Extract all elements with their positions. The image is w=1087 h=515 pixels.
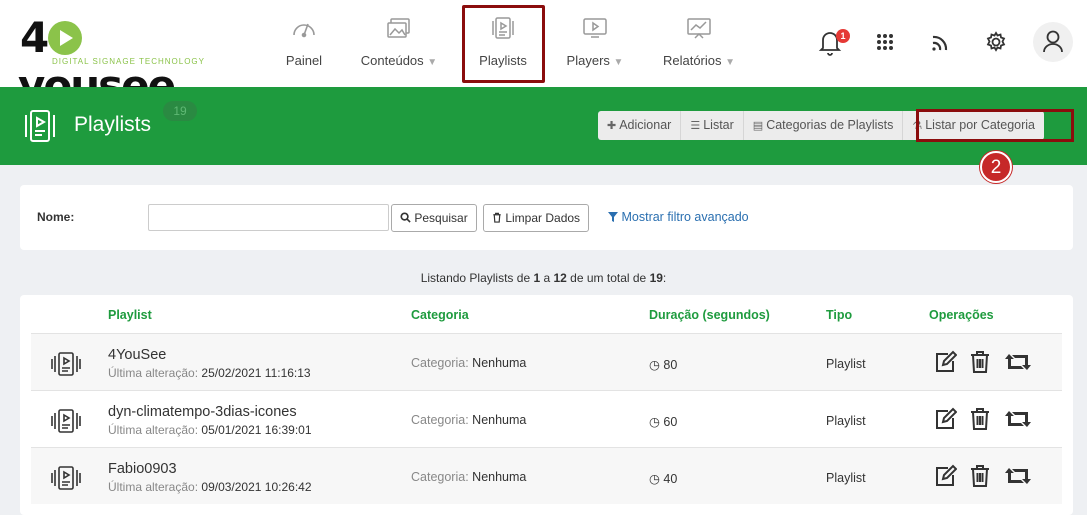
playlist-count-badge: 19: [163, 101, 197, 121]
table-row[interactable]: dyn-climatempo-3dias-icones Última alter…: [31, 390, 1062, 447]
notification-count-badge: 1: [836, 29, 850, 43]
nav-relatorios[interactable]: Relatórios ▼: [656, 0, 742, 87]
playlist-categories-button[interactable]: ▤ Categorias de Playlists: [744, 111, 904, 140]
add-button[interactable]: ✚ Adicionar: [598, 111, 682, 140]
edit-icon[interactable]: [933, 464, 957, 488]
delete-trash-icon[interactable]: [969, 350, 991, 374]
play-icon: [48, 21, 83, 55]
edit-icon[interactable]: [933, 350, 957, 374]
nav-painel[interactable]: Painel: [276, 0, 332, 87]
playlist-type: Playlist: [826, 357, 866, 371]
trash-icon: [493, 212, 501, 223]
column-header-playlist[interactable]: Playlist: [108, 308, 152, 322]
column-header-operations: Operações: [929, 308, 994, 322]
column-header-type[interactable]: Tipo: [826, 308, 852, 322]
swap-retweet-icon[interactable]: [1003, 350, 1033, 374]
gauge-icon: [293, 23, 315, 38]
playlist-icon: [51, 466, 81, 490]
playlist-type: Playlist: [826, 471, 866, 485]
column-header-duration[interactable]: Duração (segundos): [649, 308, 770, 322]
nav-label: Painel: [285, 53, 323, 68]
playlist-category: Categoria: Nenhuma: [411, 470, 527, 484]
list-alt-icon: ▤: [752, 120, 764, 132]
playlist-icon: [51, 352, 81, 376]
playlists-table: Playlist Categoria Duração (segundos) Ti…: [20, 295, 1073, 515]
playlist-icon: [51, 409, 81, 433]
playlist-duration: ◷ 60: [649, 415, 678, 429]
table-row[interactable]: Fabio0903 Última alteração: 09/03/2021 1…: [31, 447, 1062, 504]
playlist-name[interactable]: Fabio0903: [108, 461, 177, 477]
playlist-name[interactable]: 4YouSee: [108, 347, 166, 363]
playlist-icon: [25, 110, 55, 142]
playlist-category: Categoria: Nenhuma: [411, 356, 527, 370]
playlist-category: Categoria: Nenhuma: [411, 413, 527, 427]
filter-funnel-icon: [608, 212, 618, 222]
clear-data-button[interactable]: Limpar Dados: [483, 204, 590, 232]
gear-icon[interactable]: [978, 24, 1014, 60]
playlist-type: Playlist: [826, 414, 866, 428]
chevron-down-icon: ▼: [613, 57, 624, 68]
swap-retweet-icon[interactable]: [1003, 464, 1033, 488]
list-by-category-highlight-box: [916, 109, 1074, 142]
playlist-duration: ◷ 40: [649, 472, 678, 486]
chevron-down-icon: ▼: [427, 57, 438, 68]
nav-label: Relatórios: [662, 53, 722, 68]
edit-icon[interactable]: [933, 407, 957, 431]
delete-trash-icon[interactable]: [969, 407, 991, 431]
name-filter-input[interactable]: [148, 204, 389, 231]
clock-icon: ◷: [649, 358, 660, 372]
filter-panel: Nome: Pesquisar Limpar Dados Mostrar fil…: [20, 185, 1073, 250]
nav-label: Players: [566, 53, 610, 68]
images-icon: [387, 18, 410, 38]
playlist-name[interactable]: dyn-climatempo-3dias-icones: [108, 404, 297, 420]
last-modified: Última alteração: 05/01/2021 16:39:01: [108, 423, 312, 437]
last-modified: Última alteração: 09/03/2021 10:26:42: [108, 480, 312, 494]
search-button[interactable]: Pesquisar: [391, 204, 477, 232]
apps-grid-icon[interactable]: [867, 24, 903, 60]
user-icon: [1043, 30, 1063, 53]
column-header-category[interactable]: Categoria: [411, 308, 469, 322]
brand-tagline: DIGITAL SIGNAGE TECHNOLOGY: [52, 57, 205, 66]
playlist-duration: ◷ 80: [649, 358, 678, 372]
plus-icon: ✚: [607, 120, 617, 132]
chevron-down-icon: ▼: [725, 57, 736, 68]
user-avatar[interactable]: [1033, 22, 1073, 62]
playlists-nav-highlight-box: [462, 5, 545, 83]
page-title: Playlists: [74, 113, 152, 136]
rss-feed-icon[interactable]: [922, 24, 958, 60]
nav-players[interactable]: Players ▼: [560, 0, 630, 87]
list-icon: ☰: [690, 120, 701, 132]
last-modified: Última alteração: 25/02/2021 11:16:13: [108, 366, 311, 380]
nav-label: Conteúdos: [360, 53, 424, 68]
step-badge-2: 2: [980, 151, 1012, 183]
swap-retweet-icon[interactable]: [1003, 407, 1033, 431]
report-chart-icon: [687, 18, 711, 39]
advanced-filter-link[interactable]: Mostrar filtro avançado: [608, 210, 749, 224]
table-row[interactable]: 4YouSee Última alteração: 25/02/2021 11:…: [31, 333, 1062, 390]
clock-icon: ◷: [649, 415, 660, 429]
player-monitor-icon: [583, 18, 607, 38]
delete-trash-icon[interactable]: [969, 464, 991, 488]
brand-logo[interactable]: 4yousee DIGITAL SIGNAGE TECHNOLOGY: [18, 14, 220, 110]
name-filter-label: Nome:: [37, 210, 75, 224]
list-button[interactable]: ☰ Listar: [681, 111, 744, 140]
clock-icon: ◷: [649, 472, 660, 486]
nav-conteudos[interactable]: Conteúdos ▼: [356, 0, 442, 87]
search-icon: [400, 212, 411, 223]
listing-summary: Listando Playlists de 1 a 12 de um total…: [420, 271, 667, 285]
